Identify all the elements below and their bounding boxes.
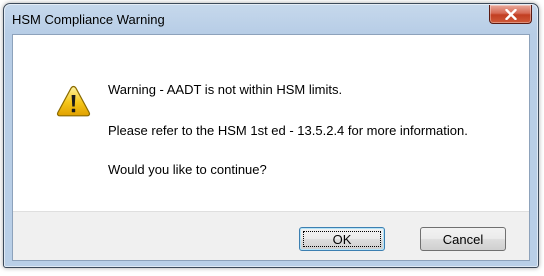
dialog-client-area: Warning - AADT is not within HSM limits.… [12,34,530,261]
ok-button[interactable]: OK [299,227,385,251]
dialog-window: HSM Compliance Warning Warning - AADT is… [3,3,539,268]
focus-rectangle [303,231,381,247]
cancel-button[interactable]: Cancel [420,227,506,251]
cancel-button-label: Cancel [442,231,484,247]
close-button[interactable] [489,5,532,24]
title-bar[interactable]: HSM Compliance Warning [4,4,538,33]
close-icon [504,8,517,20]
button-bar: OK Cancel [13,211,529,260]
continue-question: Would you like to continue? [108,162,267,177]
message-panel: Warning - AADT is not within HSM limits.… [13,35,529,211]
warning-message: Warning - AADT is not within HSM limits. [108,82,343,97]
window-title: HSM Compliance Warning [12,12,165,27]
warning-icon [56,85,91,117]
reference-message: Please refer to the HSM 1st ed - 13.5.2.… [108,123,468,138]
